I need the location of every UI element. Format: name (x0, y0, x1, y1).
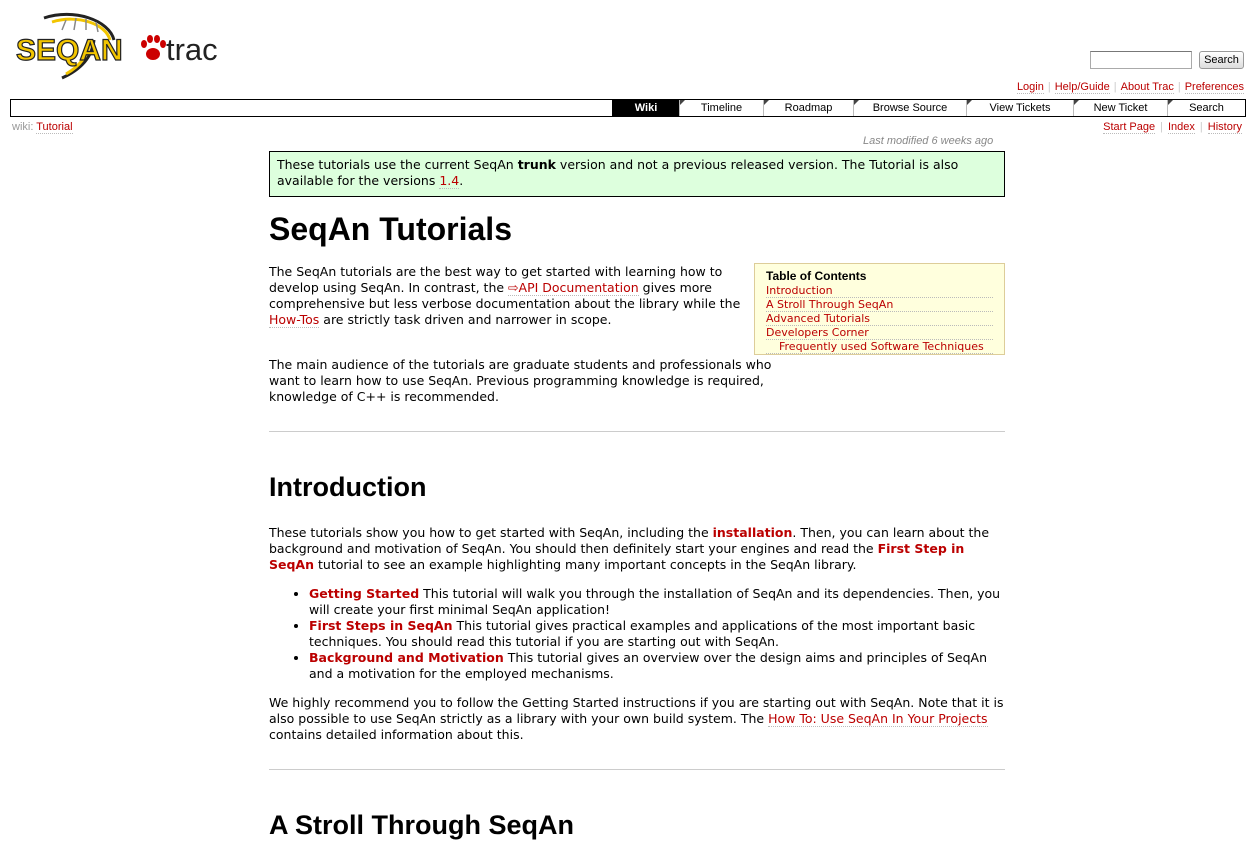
version-1-4-link[interactable]: 1.4 (439, 173, 460, 189)
search-input[interactable] (1090, 51, 1192, 69)
tab-wiki[interactable]: Wiki (612, 100, 679, 116)
background-motivation-link[interactable]: Background and Motivation (309, 650, 504, 665)
about-trac-link[interactable]: About Trac (1120, 81, 1174, 94)
intro-paragraph: The SeqAn tutorials are the best way to … (269, 264, 741, 328)
toc-item-software-techniques[interactable]: Frequently used Software Techniques (766, 340, 993, 354)
search-form: Search (1090, 51, 1244, 69)
section-divider (269, 431, 1005, 432)
list-item: Getting Started This tutorial will walk … (309, 586, 1005, 618)
toc-item-stroll[interactable]: A Stroll Through SeqAn (766, 298, 993, 312)
first-steps-link[interactable]: First Steps in SeqAn (309, 618, 453, 633)
toc-item-introduction[interactable]: Introduction (766, 284, 993, 298)
list-item: Background and Motivation This tutorial … (309, 650, 1005, 682)
toc-title: Table of Contents (766, 269, 867, 283)
getting-started-link[interactable]: Getting Started (309, 586, 419, 601)
tab-search[interactable]: Search (1167, 100, 1245, 116)
meta-nav: Login | Help/Guide | About Trac | Preferences (1016, 81, 1244, 94)
breadcrumb-prefix: wiki: (12, 121, 34, 133)
last-modified: Last modified 6 weeks ago (863, 135, 994, 147)
help-guide-link[interactable]: Help/Guide (1054, 81, 1110, 94)
table-of-contents: Table of Contents Introduction A Stroll … (754, 263, 1005, 355)
logo-trac-text: trac (166, 32, 218, 67)
installation-link[interactable]: installation (713, 525, 793, 540)
tab-roadmap[interactable]: Roadmap (763, 100, 853, 116)
seqan-trac-logo[interactable]: SEQAN trac (14, 10, 229, 80)
login-link[interactable]: Login (1016, 81, 1044, 94)
index-link[interactable]: Index (1167, 121, 1195, 134)
recommendation-paragraph: We highly recommend you to follow the Ge… (269, 695, 1004, 742)
stroll-heading: A Stroll Through SeqAn (269, 810, 574, 840)
history-link[interactable]: History (1207, 121, 1242, 134)
how-tos-link[interactable]: How-Tos (269, 312, 320, 328)
toc-item-advanced[interactable]: Advanced Tutorials (766, 312, 993, 326)
page-title: SeqAn Tutorials (269, 211, 512, 247)
toc-item-developers[interactable]: Developers Corner (766, 326, 993, 340)
api-documentation-link[interactable]: ⇨API Documentation (508, 280, 639, 296)
preferences-link[interactable]: Preferences (1184, 81, 1244, 94)
trunk-label: trunk (517, 157, 556, 172)
trunk-notice-box: These tutorials use the current SeqAn tr… (269, 151, 1005, 197)
use-seqan-in-projects-link[interactable]: How To: Use SeqAn In Your Projects (768, 711, 988, 727)
context-nav: Start Page | Index | History (1103, 121, 1242, 134)
tab-view-tickets[interactable]: View Tickets (966, 100, 1073, 116)
search-button[interactable]: Search (1199, 51, 1244, 69)
introduction-heading: Introduction (269, 472, 427, 502)
tab-timeline[interactable]: Timeline (679, 100, 763, 116)
tutorial-list: Getting Started This tutorial will walk … (269, 586, 1005, 682)
audience-paragraph: The main audience of the tutorials are g… (269, 357, 772, 404)
breadcrumb-page-link[interactable]: Tutorial (36, 121, 73, 134)
start-page-link[interactable]: Start Page (1103, 121, 1156, 134)
logo-seqan-text: SEQAN (16, 34, 123, 67)
list-item: First Steps in SeqAn This tutorial gives… (309, 618, 1005, 650)
tab-new-ticket[interactable]: New Ticket (1073, 100, 1167, 116)
external-link-icon: ⇨ (508, 280, 519, 295)
main-nav: Wiki Timeline Roadmap Browse Source View… (10, 99, 1246, 117)
section-divider (269, 769, 1005, 770)
breadcrumb: wiki: Tutorial (12, 120, 73, 134)
introduction-paragraph: These tutorials show you how to get star… (269, 525, 990, 572)
tab-browse-source[interactable]: Browse Source (853, 100, 966, 116)
